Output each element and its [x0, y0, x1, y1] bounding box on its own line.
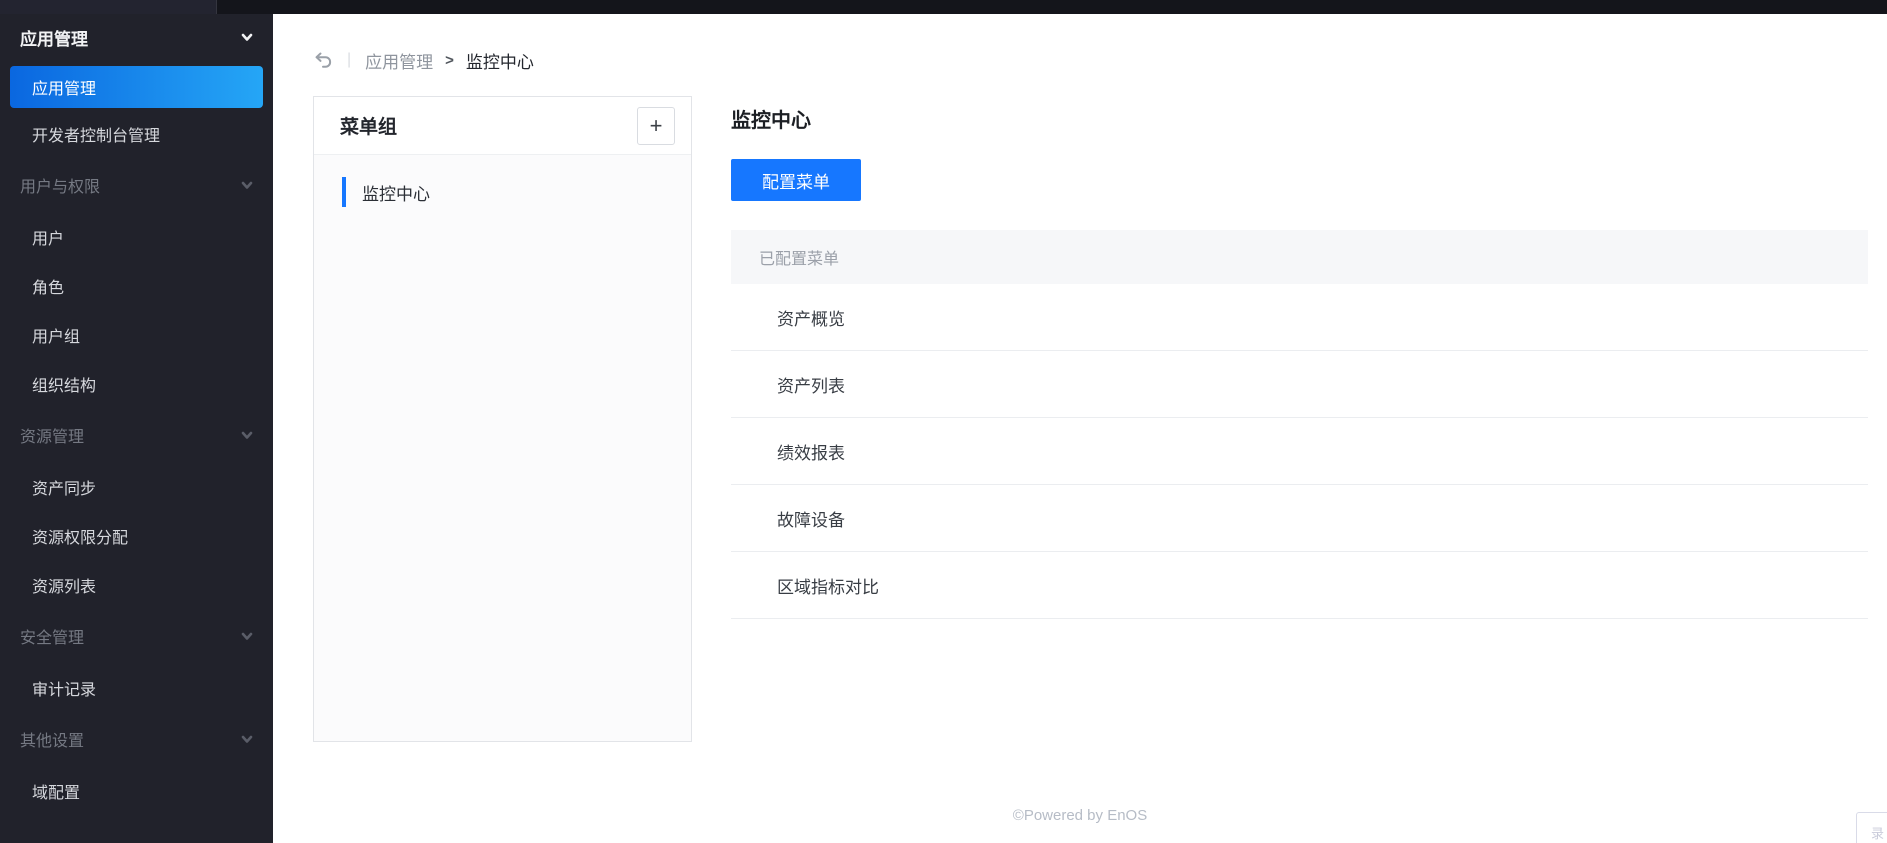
sidebar-item-label: 开发者控制台管理 — [32, 127, 161, 145]
sidebar-item-label: 资产同步 — [32, 480, 97, 498]
sidebar-item[interactable]: 组织结构 — [0, 359, 273, 408]
table-row[interactable]: 故障设备 — [731, 485, 1868, 552]
topbar-tab — [0, 0, 217, 14]
table-body: 资产概览 资产列表 绩效报表 故障设备 区域指标对比 — [731, 284, 1868, 619]
table-row-label: 故障设备 — [777, 510, 845, 530]
sidebar-item[interactable]: 域配置 — [0, 766, 273, 815]
sidebar-item-label: 应用管理 — [32, 81, 97, 98]
sidebar-item[interactable]: 角色 — [0, 261, 273, 310]
topbar — [0, 0, 1887, 14]
sidebar-section-header[interactable]: 用户与权限 — [0, 158, 273, 212]
sidebar-group-header[interactable]: 应用管理 — [0, 14, 273, 60]
sidebar-section-header[interactable]: 安全管理 — [0, 609, 273, 663]
breadcrumb-separator: > — [445, 51, 454, 69]
table-row[interactable]: 绩效报表 — [731, 418, 1868, 485]
sidebar-item[interactable]: 开发者控制台管理 — [0, 109, 273, 158]
sidebar-section-header[interactable]: 其他设置 — [0, 712, 273, 766]
table-row[interactable]: 区域指标对比 — [731, 552, 1868, 619]
table-header: 已配置菜单 — [731, 230, 1868, 284]
menu-group-item-label: 监控中心 — [362, 184, 430, 204]
chevron-down-icon — [239, 177, 255, 193]
corner-widget-button[interactable]: 录 — [1856, 812, 1887, 843]
sidebar-section-label: 资源管理 — [20, 429, 85, 446]
main-content: | 应用管理 > 监控中心 菜单组 + 监控中心 监控中心 配置菜单 已配置菜单… — [273, 14, 1887, 843]
breadcrumb-parent[interactable]: 应用管理 — [365, 48, 433, 73]
selected-indicator — [342, 177, 346, 207]
sidebar-menu-list: 应用管理 开发者控制台管理 用户与权限 用户 角色 用户组 组织结构 资源管理 … — [0, 66, 273, 815]
sidebar-item-label: 角色 — [32, 279, 65, 297]
sidebar-item[interactable]: 资源列表 — [0, 560, 273, 609]
sidebar-item-label: 资源列表 — [32, 578, 97, 596]
sidebar-item[interactable]: 应用管理 — [10, 66, 263, 108]
sidebar-item-label: 用户 — [32, 230, 65, 248]
table-row[interactable]: 资产概览 — [731, 284, 1868, 351]
sidebar-item-label: 用户组 — [32, 328, 81, 346]
sidebar-section-label: 其他设置 — [20, 733, 85, 750]
back-icon[interactable] — [313, 50, 333, 70]
table-row-label: 绩效报表 — [777, 443, 845, 463]
sidebar-section-label: 安全管理 — [20, 630, 85, 647]
menu-group-title: 菜单组 — [340, 117, 398, 138]
menu-group-panel: 菜单组 + 监控中心 — [313, 96, 692, 742]
footer-text: ©Powered by EnOS — [1012, 807, 1148, 824]
breadcrumb-current: 监控中心 — [465, 52, 534, 72]
menu-group-list: 监控中心 — [314, 155, 691, 209]
sidebar-item[interactable]: 用户组 — [0, 310, 273, 359]
plus-icon: + — [649, 112, 663, 138]
menu-group-panel-header: 菜单组 + — [314, 97, 691, 155]
sidebar-section-header[interactable]: 资源管理 — [0, 408, 273, 462]
breadcrumb: | 应用管理 > 监控中心 — [313, 44, 534, 76]
chevron-down-icon — [239, 29, 255, 45]
configured-menu-table: 已配置菜单 资产概览 资产列表 绩效报表 故障设备 区域指标对比 — [731, 230, 1868, 619]
add-menu-group-button[interactable]: + — [637, 106, 675, 145]
sidebar-item[interactable]: 用户 — [0, 212, 273, 261]
configure-menu-button[interactable]: 配置菜单 — [731, 159, 861, 201]
sidebar-item-label: 组织结构 — [32, 377, 97, 395]
chevron-down-icon — [239, 628, 255, 644]
sidebar-item-label: 审计记录 — [32, 681, 97, 699]
corner-widget-glyph: 录 — [1871, 826, 1885, 841]
sidebar: 应用管理 应用管理 开发者控制台管理 用户与权限 用户 角色 用户组 组织结构 … — [0, 14, 273, 843]
table-row-label: 资产列表 — [777, 376, 845, 396]
sidebar-item[interactable]: 资产同步 — [0, 462, 273, 511]
chevron-down-icon — [239, 731, 255, 747]
chevron-down-icon — [239, 427, 255, 443]
sidebar-item-label: 域配置 — [32, 784, 81, 802]
table-row-label: 资产概览 — [777, 309, 845, 329]
sidebar-item[interactable]: 审计记录 — [0, 663, 273, 712]
sidebar-section-label: 用户与权限 — [20, 179, 101, 196]
breadcrumb-divider: | — [347, 51, 352, 68]
sidebar-group-header-label: 应用管理 — [20, 29, 88, 49]
sidebar-item-label: 资源权限分配 — [32, 529, 129, 547]
sidebar-item[interactable]: 资源权限分配 — [0, 511, 273, 560]
table-row-label: 区域指标对比 — [777, 577, 879, 597]
menu-group-item[interactable]: 监控中心 — [314, 175, 691, 209]
table-row[interactable]: 资产列表 — [731, 351, 1868, 418]
page-title: 监控中心 — [731, 110, 811, 132]
